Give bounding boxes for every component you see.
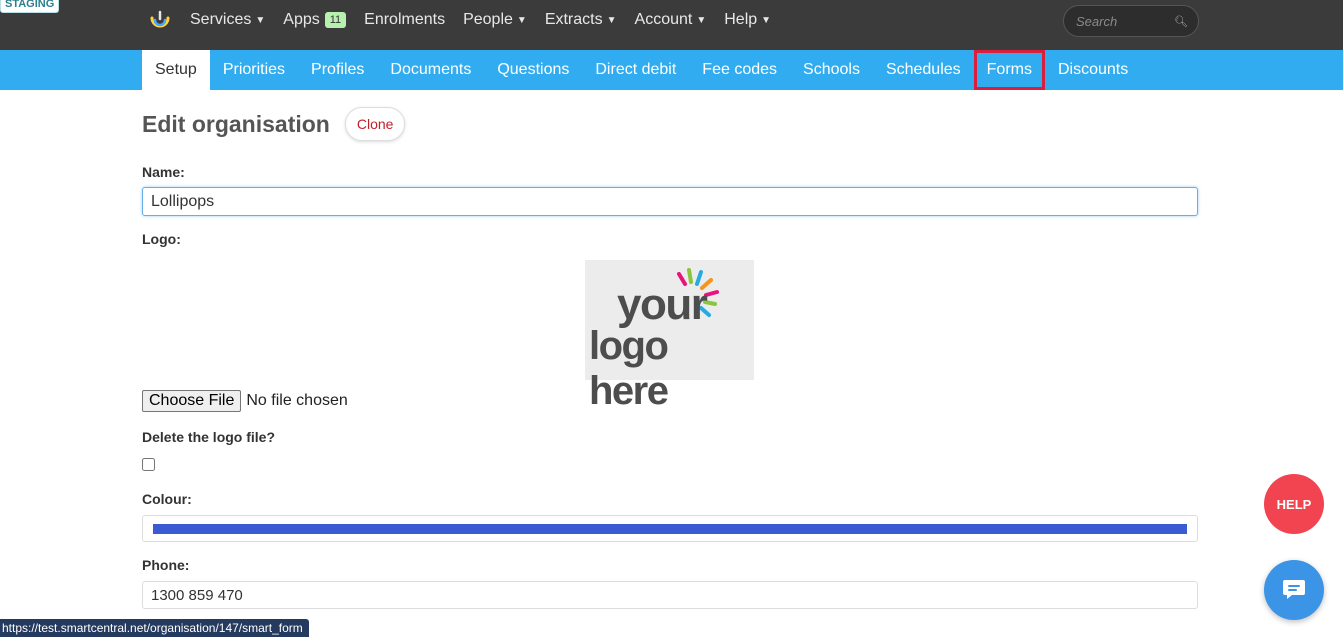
chat-bubble-icon <box>1283 580 1305 599</box>
logo-text-line1: your <box>617 280 708 329</box>
colour-picker-input[interactable] <box>142 515 1198 542</box>
search-icon[interactable]: 🔍︎ <box>1174 15 1188 28</box>
tab-direct-debit[interactable]: Direct debit <box>582 50 689 90</box>
tab-setup[interactable]: Setup <box>142 50 210 90</box>
page-title: Edit organisation <box>142 110 330 137</box>
tab-priorities[interactable]: Priorities <box>210 50 298 90</box>
menu-services-label: Services <box>190 11 252 28</box>
name-label: Name: <box>142 164 185 180</box>
caret-down-icon: ▼ <box>516 14 527 26</box>
menu-people-label: People <box>463 11 513 28</box>
tab-fee-codes[interactable]: Fee codes <box>689 50 790 90</box>
apps-count-badge: 11 <box>324 12 347 28</box>
help-button[interactable]: HELP <box>1264 474 1324 534</box>
title-row: Edit organisation Clone <box>142 100 1198 148</box>
logo-text-line2: logo here <box>589 324 669 413</box>
delete-logo-label: Delete the logo file? <box>142 429 276 445</box>
tab-schools[interactable]: Schools <box>790 50 873 90</box>
link-status-bar: https://test.smartcentral.net/organisati… <box>0 619 309 637</box>
menu-help-label: Help <box>724 11 758 28</box>
menu-people[interactable]: People ▼ <box>463 11 527 29</box>
logo-image: your logo here <box>585 260 754 413</box>
logo-file-picker: Choose File No file chosen <box>142 390 348 412</box>
menu-extracts-label: Extracts <box>544 11 603 28</box>
caret-down-icon: ▼ <box>696 14 707 26</box>
file-status-text: No file chosen <box>246 392 348 409</box>
menu-apps[interactable]: Apps 11 <box>283 11 347 29</box>
tab-schedules[interactable]: Schedules <box>873 50 974 90</box>
delete-logo-checkbox[interactable] <box>142 458 155 471</box>
edit-organisation-form: Edit organisation Clone Name: Logo: your… <box>142 100 1198 609</box>
menu-extracts[interactable]: Extracts ▼ <box>545 11 617 29</box>
phone-input[interactable] <box>142 581 1198 609</box>
settings-tabs: Setup Priorities Profiles Documents Ques… <box>142 50 1141 90</box>
caret-down-icon: ▼ <box>255 14 266 26</box>
menu-services[interactable]: Services ▼ <box>190 11 265 29</box>
settings-tabbar: Setup Priorities Profiles Documents Ques… <box>0 50 1343 90</box>
colour-swatch <box>153 524 1187 534</box>
menu-account-label: Account <box>634 11 693 28</box>
tab-questions[interactable]: Questions <box>484 50 582 90</box>
tab-forms[interactable]: Forms <box>973 50 1045 90</box>
colour-label: Colour: <box>142 491 192 507</box>
search-box: 🔍︎ <box>1063 5 1199 37</box>
top-navbar: STAGING Services ▼ Apps 11 Enrolments Pe… <box>0 0 1343 50</box>
tab-profiles[interactable]: Profiles <box>298 50 377 90</box>
choose-file-button[interactable]: Choose File <box>142 390 242 412</box>
staging-badge: STAGING <box>0 0 60 13</box>
search-input[interactable] <box>1074 12 1174 30</box>
chat-button[interactable] <box>1264 560 1324 620</box>
menu-help[interactable]: Help ▼ <box>724 11 771 29</box>
menu-account[interactable]: Account ▼ <box>635 11 707 29</box>
brand-logo-icon[interactable] <box>148 8 172 32</box>
tab-discounts[interactable]: Discounts <box>1045 50 1141 90</box>
clone-button[interactable]: Clone <box>344 107 406 141</box>
logo-label: Logo: <box>142 231 181 247</box>
main-menu: Services ▼ Apps 11 Enrolments People ▼ E… <box>190 0 789 40</box>
caret-down-icon: ▼ <box>761 14 772 26</box>
name-input[interactable] <box>142 187 1198 216</box>
menu-apps-label: Apps <box>283 11 320 28</box>
menu-enrolments[interactable]: Enrolments <box>364 11 445 29</box>
tab-documents[interactable]: Documents <box>377 50 484 90</box>
menu-enrolments-label: Enrolments <box>364 11 446 28</box>
phone-label: Phone: <box>142 557 190 573</box>
caret-down-icon: ▼ <box>606 14 617 26</box>
